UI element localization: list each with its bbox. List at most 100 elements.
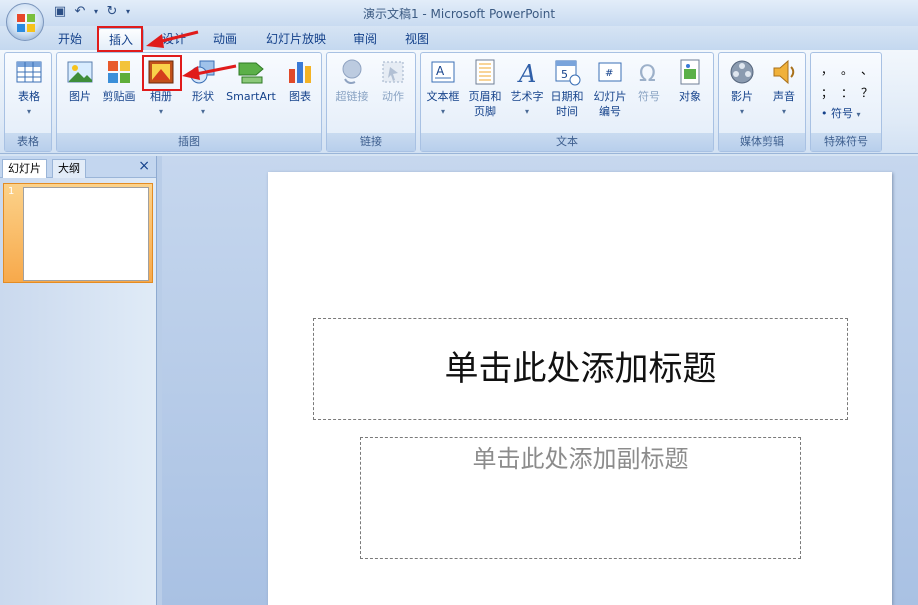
sound-button[interactable]: 声音 ▾: [765, 57, 803, 119]
group-table: 表格 ▾ 表格: [4, 52, 52, 152]
wordart-label: 艺术字: [510, 90, 544, 103]
symbol-semicolon[interactable]: ；: [817, 84, 837, 101]
wordart-button[interactable]: A 艺术字 ▾: [507, 57, 547, 119]
group-label-table: 表格: [5, 133, 51, 151]
ribbon: 表格 ▾ 表格 图片 剪贴画 相册 ▾ 形状 ▾ SmartArt 图表 插图 …: [0, 50, 918, 154]
textbox-label: 文本框: [426, 90, 460, 103]
svg-text:5: 5: [561, 68, 568, 81]
action-icon: [382, 61, 404, 83]
object-label: 对象: [679, 90, 701, 103]
picture-button[interactable]: 图片: [63, 57, 97, 104]
object-icon: [680, 59, 700, 85]
chevron-down-icon: ▾: [856, 110, 861, 119]
chevron-down-icon: ▾: [781, 107, 786, 116]
chevron-down-icon: ▾: [26, 107, 31, 116]
symbol-grid: ， 。 、 ； ： ？: [817, 61, 877, 101]
shapes-label: 形状: [192, 90, 214, 103]
symbol-question[interactable]: ？: [857, 84, 877, 101]
chart-icon: [289, 62, 311, 83]
symbol-button[interactable]: Ω 符号: [631, 57, 667, 104]
slide-number-button[interactable]: # 幻灯片 编号: [589, 57, 631, 119]
slides-panel: 幻灯片 大纲 × 1: [0, 156, 156, 605]
office-logo-icon: [17, 14, 35, 32]
film-reel-icon: [730, 60, 754, 84]
chevron-down-icon: ▾: [158, 107, 163, 116]
speaker-icon: [773, 59, 795, 85]
date-time-label-2: 时间: [556, 105, 578, 118]
slide-thumbnail-selected[interactable]: 1: [3, 183, 153, 283]
object-button[interactable]: 对象: [671, 57, 709, 104]
customize-qat-icon[interactable]: ▾: [124, 4, 132, 20]
subtitle-placeholder[interactable]: 单击此处添加副标题: [360, 437, 801, 559]
title-placeholder[interactable]: 单击此处添加标题: [313, 318, 848, 420]
tab-slides[interactable]: 幻灯片: [2, 159, 47, 178]
group-label-special-symbols: 特殊符号: [811, 133, 881, 151]
clipart-button[interactable]: 剪贴画: [99, 57, 139, 104]
svg-text:A: A: [517, 60, 536, 87]
group-special-symbols: ， 。 、 ； ： ？ • 符号 ▾ 特殊符号: [810, 52, 882, 152]
table-icon: [16, 61, 42, 83]
slide-number-icon: #: [598, 62, 622, 82]
date-time-button[interactable]: 5 日期和 时间: [547, 57, 587, 119]
quick-access-toolbar: ▣ ↶ ▾ ↻ ▾: [52, 3, 132, 21]
tab-review[interactable]: 审阅: [343, 28, 387, 50]
window-title: 演示文稿1 - Microsoft PowerPoint: [362, 7, 556, 21]
symbol-comma[interactable]: ，: [817, 61, 837, 78]
tab-slideshow[interactable]: 幻灯片放映: [256, 28, 336, 50]
chevron-down-icon: ▾: [200, 107, 205, 116]
clipart-icon: [108, 61, 130, 83]
date-time-label: 日期和: [550, 90, 584, 103]
chart-label: 图表: [289, 90, 311, 103]
svg-text:#: #: [605, 68, 613, 79]
hyperlink-icon: [342, 59, 362, 84]
header-footer-label-2: 页脚: [474, 105, 496, 118]
textbox-icon: A: [431, 61, 455, 83]
textbox-button[interactable]: A 文本框 ▾: [423, 57, 463, 119]
group-text: A 文本框 ▾ 页眉和 页脚 A 艺术字 ▾ 5 日期和 时间 # 幻灯片 编号…: [420, 52, 714, 152]
photo-album-label: 相册: [150, 90, 172, 103]
symbol-bullet-icon: •: [821, 107, 828, 120]
slide-number-label-2: 编号: [599, 105, 621, 118]
office-button[interactable]: [6, 3, 44, 41]
symbol-colon[interactable]: ：: [837, 84, 857, 101]
clipart-label: 剪贴画: [102, 90, 136, 103]
highlight-insert-tab: [97, 26, 143, 52]
group-label-text: 文本: [421, 133, 713, 151]
svg-text:Ω: Ω: [639, 62, 656, 87]
omega-icon: Ω: [639, 62, 656, 87]
undo-dropdown-icon[interactable]: ▾: [92, 4, 100, 20]
group-media: 影片 ▾ 声音 ▾ 媒体剪辑: [718, 52, 806, 152]
header-footer-label: 页眉和: [468, 90, 502, 103]
undo-icon[interactable]: ↶: [72, 4, 88, 20]
tab-view[interactable]: 视图: [395, 28, 439, 50]
movie-label: 影片: [731, 90, 753, 103]
slide-thumbnail[interactable]: [23, 187, 149, 281]
symbol-enum-comma[interactable]: 、: [857, 61, 877, 78]
highlight-photo-album: [142, 55, 182, 91]
symbol-period[interactable]: 。: [837, 61, 857, 78]
close-icon[interactable]: ×: [138, 158, 150, 174]
group-links: 超链接 动作 链接: [326, 52, 416, 152]
chevron-down-icon: ▾: [739, 107, 744, 116]
calendar-icon: 5: [555, 60, 581, 86]
chart-button[interactable]: 图表: [283, 57, 317, 104]
special-symbol-button[interactable]: • 符号 ▾: [821, 105, 861, 121]
special-symbol-label: 符号: [831, 107, 853, 120]
tab-animation[interactable]: 动画: [203, 28, 247, 50]
action-button[interactable]: 动作: [375, 57, 411, 104]
movie-button[interactable]: 影片 ▾: [723, 57, 761, 119]
table-button[interactable]: 表格 ▾: [11, 57, 47, 119]
smartart-icon: [238, 62, 264, 84]
tab-outline[interactable]: 大纲: [52, 159, 86, 178]
save-icon[interactable]: ▣: [52, 4, 68, 20]
svg-text:A: A: [436, 64, 445, 78]
hyperlink-button[interactable]: 超链接: [331, 57, 373, 104]
picture-label: 图片: [69, 90, 91, 103]
tab-home[interactable]: 开始: [48, 28, 92, 50]
chevron-down-icon: ▾: [440, 107, 445, 116]
action-label: 动作: [382, 90, 404, 103]
picture-icon: [67, 61, 93, 83]
header-footer-button[interactable]: 页眉和 页脚: [465, 57, 505, 119]
smartart-label: SmartArt: [226, 90, 276, 103]
redo-icon[interactable]: ↻: [104, 4, 120, 20]
